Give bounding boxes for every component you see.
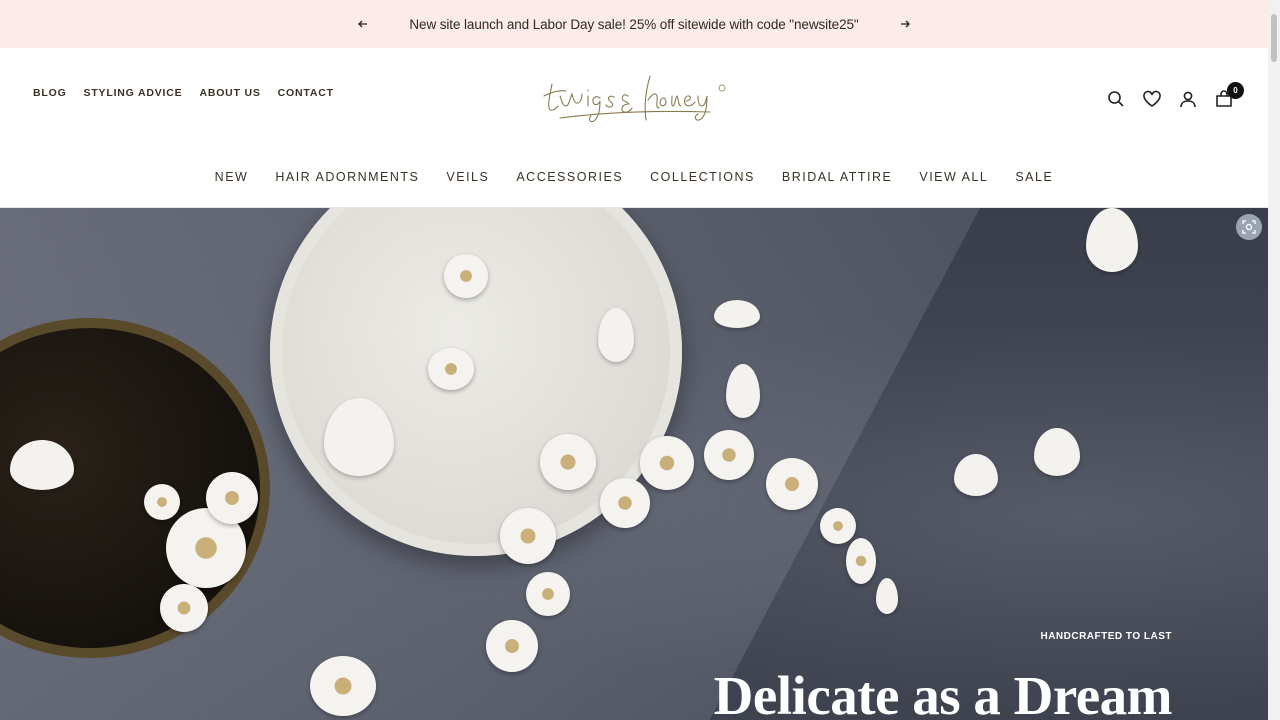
heart-icon[interactable]	[1141, 88, 1163, 110]
flower-image	[144, 484, 180, 520]
arrow-left-icon[interactable]	[351, 12, 375, 36]
lens-scan-icon[interactable]	[1236, 214, 1262, 240]
site-header: BLOG STYLING ADVICE ABOUT US CONTACT 0 N…	[0, 48, 1268, 208]
petal-image	[714, 300, 760, 328]
flower-image	[526, 572, 570, 616]
nav-item-collections[interactable]: COLLECTIONS	[650, 170, 755, 184]
flower-image	[500, 508, 556, 564]
petal-image	[1034, 428, 1080, 476]
petal-image	[954, 454, 998, 496]
flower-image	[486, 620, 538, 672]
user-icon[interactable]	[1177, 88, 1199, 110]
page-scrollbar[interactable]	[1268, 0, 1280, 720]
secondary-nav: BLOG STYLING ADVICE ABOUT US CONTACT	[33, 87, 334, 99]
flower-image	[540, 434, 596, 490]
bag-icon[interactable]: 0	[1213, 82, 1244, 110]
flower-image	[600, 478, 650, 528]
nav-item-new[interactable]: NEW	[215, 170, 249, 184]
nav-link-about-us[interactable]: ABOUT US	[199, 87, 260, 99]
hero-banner[interactable]: HANDCRAFTED TO LAST Delicate as a Dream	[0, 208, 1268, 720]
nav-link-contact[interactable]: CONTACT	[278, 87, 334, 99]
flower-image	[766, 458, 818, 510]
flower-image	[310, 656, 376, 716]
flower-image	[704, 430, 754, 480]
main-nav: NEW HAIR ADORNMENTS VEILS ACCESSORIES CO…	[0, 170, 1268, 184]
announcement-text: New site launch and Labor Day sale! 25% …	[409, 16, 859, 32]
flower-image	[160, 584, 208, 632]
flower-image	[444, 254, 488, 298]
hero-eyebrow: HANDCRAFTED TO LAST	[1040, 631, 1172, 642]
nav-link-styling-advice[interactable]: STYLING ADVICE	[84, 87, 183, 99]
flower-image	[428, 348, 474, 390]
flower-image	[206, 472, 258, 524]
nav-item-veils[interactable]: VEILS	[446, 170, 489, 184]
flower-image	[846, 538, 876, 584]
petal-image	[1086, 208, 1138, 272]
flower-image	[820, 508, 856, 544]
nav-item-hair-adornments[interactable]: HAIR ADORNMENTS	[275, 170, 419, 184]
nav-item-bridal-attire[interactable]: BRIDAL ATTIRE	[782, 170, 893, 184]
nav-item-accessories[interactable]: ACCESSORIES	[516, 170, 623, 184]
scrollbar-thumb[interactable]	[1271, 14, 1277, 62]
hero-headline: Delicate as a Dream	[713, 665, 1173, 720]
site-logo[interactable]	[538, 66, 730, 132]
arrow-right-icon[interactable]	[893, 12, 917, 36]
header-actions: 0	[1105, 82, 1244, 110]
nav-item-view-all[interactable]: VIEW ALL	[919, 170, 988, 184]
petal-image	[876, 578, 898, 614]
search-icon[interactable]	[1105, 88, 1127, 110]
nav-link-blog[interactable]: BLOG	[33, 87, 67, 99]
nav-item-sale[interactable]: SALE	[1015, 170, 1053, 184]
flower-image	[640, 436, 694, 490]
announcement-bar: New site launch and Labor Day sale! 25% …	[0, 0, 1268, 48]
cart-count-badge: 0	[1227, 82, 1244, 99]
